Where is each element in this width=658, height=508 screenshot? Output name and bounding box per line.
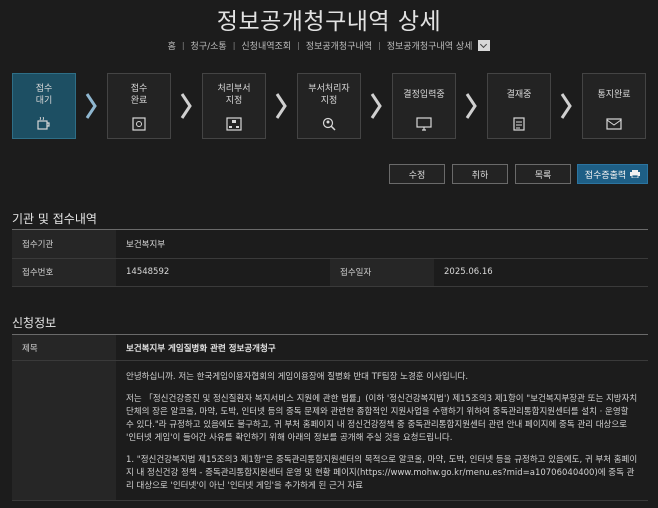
table-row: 접수기관 보건복지부 [12,230,648,259]
request-content: 안녕하십니까. 저는 한국게임이용자협회의 게임이용장애 질병화 반대 TF팀장… [116,361,648,500]
request-table: 제목 보건복지부 게임질병화 관련 정보공개청구 안녕하십니까. 저는 한국게임… [12,335,648,501]
chevron-right-icon [464,91,478,121]
step-notified: 통지완료 [582,73,646,139]
receipt-date-label: 접수일자 [330,258,434,287]
step-label: 처리부서 지정 [217,84,251,106]
step-label: 결재중 [506,90,532,100]
chevron-right-icon [179,91,193,121]
cup-icon [36,116,52,130]
breadcrumb-current: 정보공개청구내역 상세 [386,42,473,52]
org-chart-icon [226,116,242,131]
clipboard-icon [511,116,527,131]
table-row: 안녕하십니까. 저는 한국게임이용자협회의 게임이용장애 질병화 반대 TF팀장… [12,361,648,501]
step-dept-assigned: 처리부서 지정 [202,73,266,139]
step-handler-assigned: 부서처리자 지정 [297,73,361,139]
list-button[interactable]: 목록 [515,164,571,184]
step-approval: 결재중 [487,73,551,139]
print-receipt-button[interactable]: 접수증출력 [577,164,648,184]
request-paragraph: 안녕하십니까. 저는 한국게임이용자협회의 게임이용장애 질병화 반대 TF팀장… [126,372,469,382]
breadcrumb-separator: | [297,41,300,50]
step-label: 접수 대기 [35,84,53,106]
receipt-number-label: 접수번호 [12,258,116,287]
step-label: 통지완료 [597,90,631,100]
step-received-complete: 접수 완료 [107,73,171,139]
action-bar: 수정 취하 목록 접수증출력 [0,164,658,184]
document-check-icon [131,116,147,131]
breadcrumb-separator: | [232,41,236,50]
agency-table: 접수기관 보건복지부 접수번호 14548592 접수일자 2025.06.16 [12,230,648,287]
breadcrumb-disclosure-history[interactable]: 정보공개청구내역 [306,39,372,52]
content-label [12,361,116,500]
chevron-right-icon [274,91,288,121]
section-title-agency: 기관 및 접수내역 [12,212,97,226]
monitor-icon [416,116,432,131]
breadcrumb: 홈 | 청구/소통 | 신청내역조회 | 정보공개청구내역 | 정보공개청구내역… [0,39,658,52]
step-label: 접수 완료 [130,84,148,106]
title-label: 제목 [12,335,116,360]
breadcrumb-separator: | [378,41,381,50]
step-received-waiting: 접수 대기 [12,73,76,139]
page-title: 정보공개청구내역 상세 [216,9,442,35]
agency-label: 접수기관 [12,230,116,259]
mail-icon [606,116,622,130]
step-label: 부서처리자 지정 [308,84,350,106]
edit-button[interactable]: 수정 [389,164,445,184]
breadcrumb-home[interactable]: 홈 [168,39,176,52]
table-row: 제목 보건복지부 게임질병화 관련 정보공개청구 [12,335,648,361]
receipt-date-value: 2025.06.16 [434,258,648,287]
request-paragraph: 저는 「정신건강증진 및 정신질환자 복지서비스 지원에 관한 법률」(이하 '… [126,394,638,443]
step-decision-input: 결정입력중 [392,73,456,139]
progress-steps: 접수 대기 접수 완료 처리부서 지정 부서처리자 지정 결정입력중 결재중 통… [12,73,648,139]
section-title-request: 신청정보 [12,316,57,330]
agency-value: 보건복지부 [116,230,648,259]
person-search-icon [321,116,337,131]
printer-icon [630,170,641,178]
chevron-right-icon [559,91,573,121]
chevron-down-icon[interactable] [478,40,491,51]
print-receipt-label: 접수증출력 [584,170,627,181]
breadcrumb-separator: | [181,41,185,50]
title-value: 보건복지부 게임질병화 관련 정보공개청구 [126,343,276,354]
receipt-number-value: 14548592 [116,258,330,287]
request-paragraph: 1. "정신건강복지법 제15조의3 제1항"은 중독관리통합지원센터의 목적으… [126,455,638,491]
breadcrumb-application-history[interactable]: 신청내역조회 [241,39,291,52]
breadcrumb-request-communication[interactable]: 청구/소통 [191,39,227,52]
step-label: 결정입력중 [403,90,445,100]
table-row: 접수번호 14548592 접수일자 2025.06.16 [12,258,648,287]
chevron-right-icon [369,91,383,121]
chevron-right-icon [84,91,98,121]
withdraw-button[interactable]: 취하 [452,164,508,184]
